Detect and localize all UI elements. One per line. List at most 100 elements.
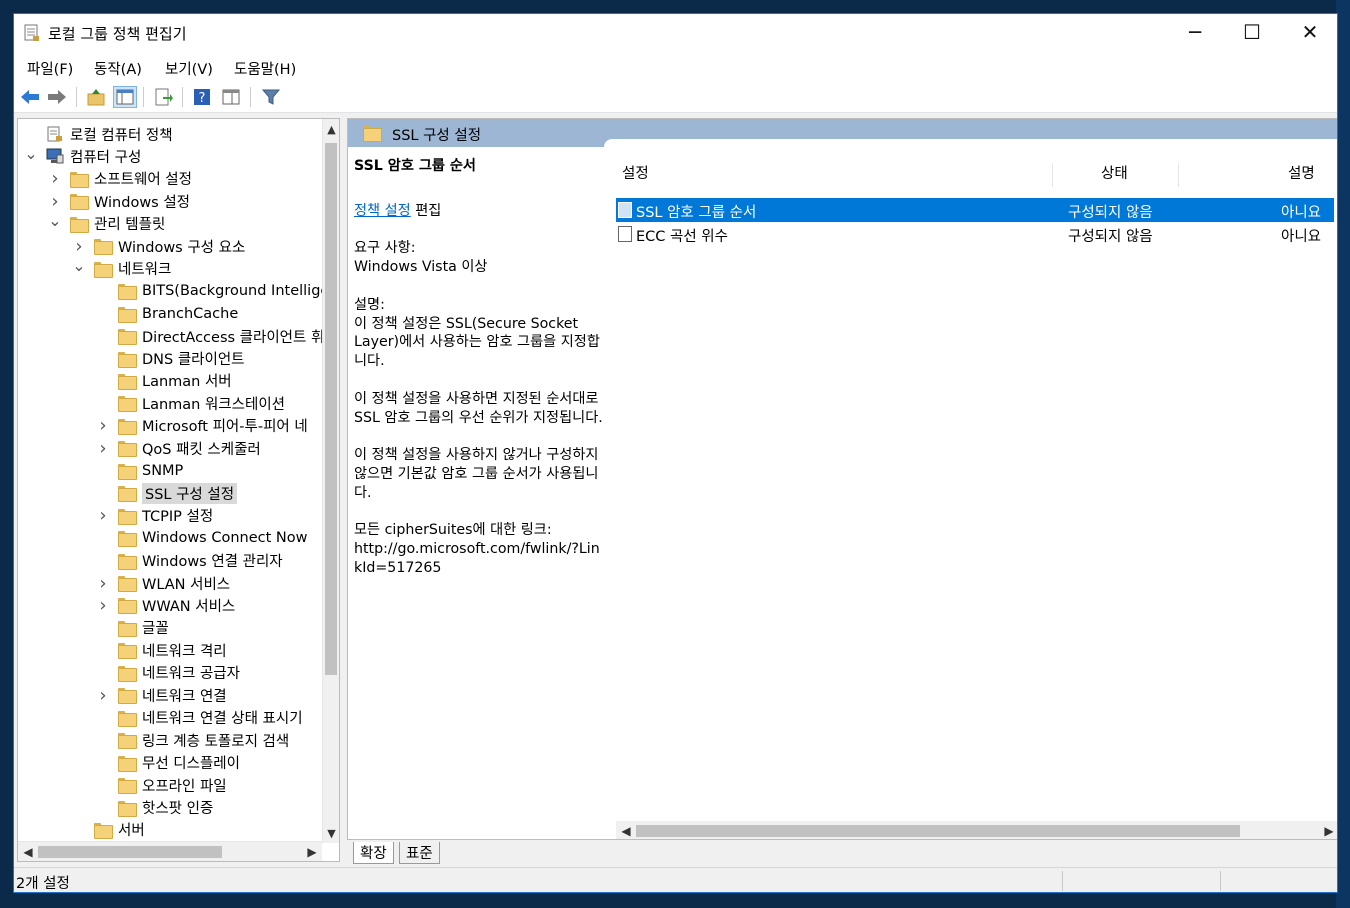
tree-item[interactable]: › WWAN 서비스 xyxy=(96,594,235,616)
tree-vertical-scrollbar[interactable]: ▲ ▼ xyxy=(322,119,339,843)
tree-item-label: Microsoft 피어-투-피어 네 xyxy=(142,419,308,436)
menu-file[interactable]: 파일(F) xyxy=(25,56,75,81)
tree-item[interactable]: BranchCache xyxy=(96,303,238,325)
column-separator[interactable] xyxy=(1052,163,1053,187)
tree-item-label: QoS 패킷 스케줄러 xyxy=(142,441,261,458)
minimize-button[interactable]: ─ xyxy=(1166,14,1224,50)
list-row-ssl-cipher-order[interactable]: SSL 암호 그룹 순서 구성되지 않음 아니요 xyxy=(616,198,1334,222)
scroll-thumb[interactable] xyxy=(636,825,1240,837)
tree-item-label: Windows Connect Now xyxy=(142,530,308,547)
tree-item-label: Windows 연결 관리자 xyxy=(142,554,283,571)
tree-item[interactable]: 서버 xyxy=(72,819,145,841)
chevron-right-icon[interactable]: › xyxy=(96,505,110,526)
chevron-down-icon[interactable]: ⌄ xyxy=(24,144,38,163)
list-row-ecc-curve-order[interactable]: ECC 곡선 위수 구성되지 않음 아니요 xyxy=(616,222,1334,246)
chevron-right-icon[interactable]: › xyxy=(96,595,110,616)
scroll-thumb[interactable] xyxy=(38,846,222,858)
chevron-down-icon[interactable]: ⌄ xyxy=(72,256,86,275)
tree-item[interactable]: › Microsoft 피어-투-피어 네 xyxy=(96,415,308,437)
tree-item[interactable]: SNMP xyxy=(96,460,183,482)
chevron-right-icon[interactable]: › xyxy=(48,168,62,189)
tree-item[interactable]: › 네트워크 연결 xyxy=(96,684,226,706)
scroll-right-icon[interactable]: ▶ xyxy=(302,842,322,861)
tree-item[interactable]: › QoS 패킷 스케줄러 xyxy=(96,437,261,459)
tree-item[interactable]: › TCPIP 설정 xyxy=(96,505,213,527)
chevron-down-icon[interactable]: ⌄ xyxy=(48,211,62,230)
chevron-right-icon[interactable]: › xyxy=(72,236,86,257)
menu-view[interactable]: 보기(V) xyxy=(163,56,215,81)
column-header-state[interactable]: 상태 xyxy=(1101,157,1128,187)
tab-extended[interactable]: 확장 xyxy=(353,842,394,864)
tree-item[interactable]: 오프라인 파일 xyxy=(96,774,227,796)
status-bar: 2개 설정 xyxy=(14,867,1337,892)
tree-item[interactable]: Lanman 워크스테이션 xyxy=(96,392,285,414)
tree-item[interactable]: 네트워크 격리 xyxy=(96,639,227,661)
tree-item-label: SNMP xyxy=(142,462,184,479)
explanation-paragraph-3: 이 정책 설정을 사용하지 않거나 구성하지 않으면 기본값 암호 그룹 순서가… xyxy=(354,447,599,501)
chevron-right-icon[interactable]: › xyxy=(96,415,110,436)
chevron-right-icon[interactable]: › xyxy=(96,438,110,459)
up-folder-icon[interactable] xyxy=(84,86,108,108)
list-horizontal-scrollbar[interactable]: ◀ ▶ xyxy=(616,821,1337,839)
back-arrow-icon[interactable] xyxy=(18,86,42,108)
tree-item[interactable]: 핫스팟 인증 xyxy=(96,797,213,819)
tree-item[interactable]: 링크 계층 토폴로지 검색 xyxy=(96,729,289,751)
tree-item[interactable]: ⌄ 네트워크 xyxy=(72,256,171,280)
tree-item-label: 글꼴 xyxy=(142,621,169,638)
tree-item-label: 핫스팟 인증 xyxy=(142,801,214,817)
tree-item[interactable]: 글꼴 xyxy=(96,617,169,639)
tree-item[interactable]: 네트워크 공급자 xyxy=(96,662,240,684)
requirements: 요구 사항: Windows Vista 이상 xyxy=(354,239,606,277)
tree-item[interactable]: ⌄ 관리 템플릿 xyxy=(48,211,165,235)
tree-item[interactable]: 네트워크 연결 상태 표시기 xyxy=(96,707,303,729)
tree-item[interactable]: SSL 구성 설정 xyxy=(96,482,238,504)
tree-item[interactable]: DNS 클라이언트 xyxy=(96,348,245,370)
tree-item[interactable]: 로컬 컴퓨터 정책 xyxy=(24,123,173,145)
menu-help[interactable]: 도움말(H) xyxy=(232,56,298,81)
scroll-down-icon[interactable]: ▼ xyxy=(323,823,339,843)
scroll-thumb[interactable] xyxy=(325,143,337,675)
tree-item[interactable]: 무선 디스플레이 xyxy=(96,752,240,774)
tree-item[interactable]: DirectAccess 클라이언트 휘 xyxy=(96,325,324,347)
filter-icon[interactable] xyxy=(259,86,283,108)
help-icon[interactable]: ? xyxy=(190,86,214,108)
tree-item[interactable]: ⌄ 컴퓨터 구성 xyxy=(24,144,141,167)
tree-item[interactable]: › Windows 설정 xyxy=(48,190,190,212)
close-button[interactable]: ✕ xyxy=(1281,14,1337,50)
properties-icon[interactable] xyxy=(219,86,243,108)
tree-item[interactable]: Windows 연결 관리자 xyxy=(96,550,283,572)
scroll-right-icon[interactable]: ▶ xyxy=(1319,821,1337,839)
tree-item[interactable]: BITS(Background Intelliger xyxy=(96,280,335,302)
tree-item-label: 소프트웨어 설정 xyxy=(94,172,192,189)
tab-standard[interactable]: 표준 xyxy=(399,842,440,864)
title-bar[interactable]: 로컬 그룹 정책 편집기 ─ ☐ ✕ xyxy=(14,14,1337,52)
menu-action[interactable]: 동작(A) xyxy=(92,56,144,81)
tree-horizontal-scrollbar[interactable]: ◀ ▶ xyxy=(18,841,322,861)
scroll-left-icon[interactable]: ◀ xyxy=(616,821,636,839)
show-hide-tree-icon[interactable] xyxy=(113,86,137,108)
chevron-right-icon[interactable]: › xyxy=(96,685,110,706)
maximize-button[interactable]: ☐ xyxy=(1223,14,1281,50)
edit-policy-link[interactable]: 정책 설정 xyxy=(354,203,411,219)
column-separator[interactable] xyxy=(1178,163,1179,187)
scroll-up-icon[interactable]: ▲ xyxy=(323,119,339,139)
column-header-comment[interactable]: 설명 xyxy=(1288,157,1315,187)
export-list-icon[interactable] xyxy=(152,86,176,108)
tree-item[interactable]: Lanman 서버 xyxy=(96,370,232,392)
folder-icon xyxy=(118,306,137,323)
tree-pane: 로컬 컴퓨터 정책 ⌄ 컴퓨터 구성 › 소프트웨어 설정 › Windows 설정 ⌄ 관리 … xyxy=(17,118,340,862)
tree-item[interactable]: › WLAN 서비스 xyxy=(96,572,230,594)
scroll-left-icon[interactable]: ◀ xyxy=(18,842,38,861)
chevron-right-icon[interactable]: › xyxy=(96,573,110,594)
tree-item[interactable]: › 소프트웨어 설정 xyxy=(48,168,192,190)
column-header-setting[interactable]: 설정 xyxy=(622,157,649,187)
tree-item[interactable]: › Windows 구성 요소 xyxy=(72,235,245,257)
window-title: 로컬 그룹 정책 편집기 xyxy=(48,25,187,43)
forward-arrow-icon[interactable] xyxy=(45,86,69,108)
details-title: SSL 구성 설정 xyxy=(392,128,482,144)
tree-item[interactable]: Windows Connect Now xyxy=(96,527,307,549)
chevron-right-icon[interactable]: › xyxy=(48,191,62,212)
